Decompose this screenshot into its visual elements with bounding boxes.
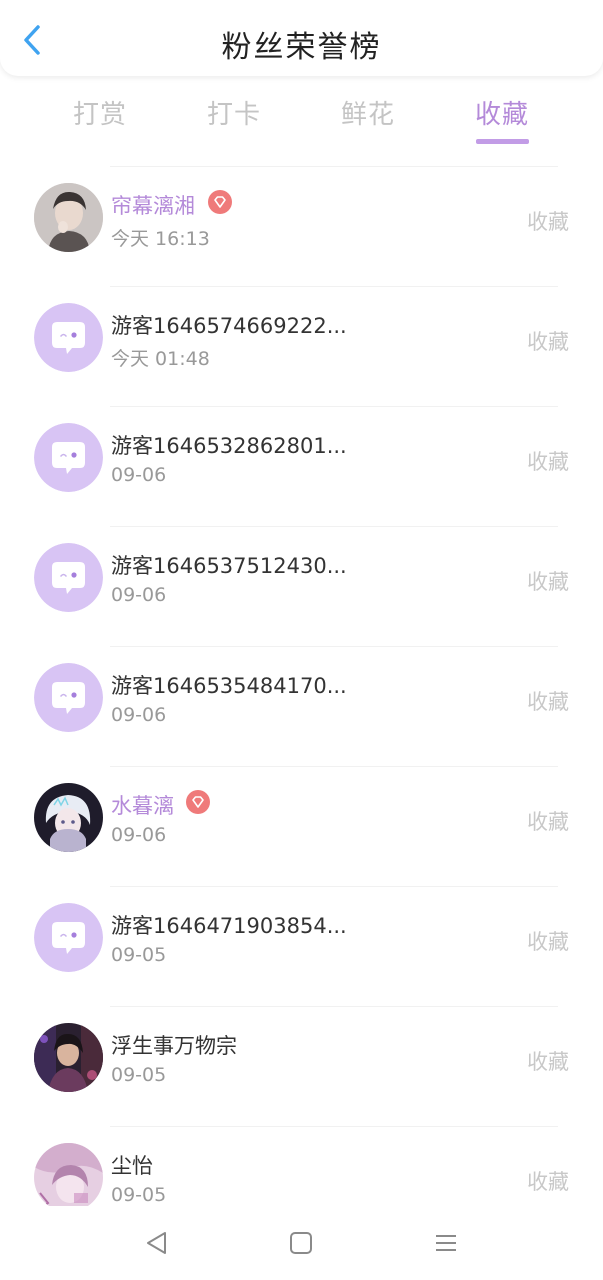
avatar[interactable] bbox=[34, 303, 103, 372]
top-bar: 粉丝荣誉榜 bbox=[0, 0, 603, 76]
fan-time: 09-05 bbox=[111, 1064, 167, 1086]
avatar[interactable] bbox=[34, 423, 103, 492]
list-item[interactable]: 游客1646471903854... 09-05 收藏 bbox=[0, 886, 603, 1006]
action-label: 收藏 bbox=[527, 690, 569, 714]
action-label: 收藏 bbox=[527, 210, 569, 234]
fan-time: 09-06 bbox=[111, 584, 167, 606]
list-item[interactable]: 游客1646574669222... 今天 01:48 收藏 bbox=[0, 286, 603, 406]
triangle-back-icon[interactable] bbox=[142, 1228, 172, 1258]
system-nav-bar bbox=[0, 1206, 603, 1280]
list-item[interactable]: 游客1646535484170... 09-06 收藏 bbox=[0, 646, 603, 766]
divider bbox=[110, 1126, 558, 1127]
guest-chat-icon bbox=[34, 543, 103, 612]
list-item[interactable]: 尘怡 09-05 收藏 bbox=[0, 1126, 603, 1206]
tab-favorites[interactable]: 收藏 bbox=[457, 94, 547, 131]
page-title: 粉丝荣誉榜 bbox=[221, 30, 382, 65]
active-tab-indicator bbox=[476, 139, 529, 144]
fan-name: 游客1646537512430... bbox=[111, 554, 347, 578]
fan-time: 今天 16:13 bbox=[111, 228, 210, 250]
avatar[interactable] bbox=[34, 903, 103, 972]
hamburger-menu-icon[interactable] bbox=[431, 1228, 461, 1258]
list-item[interactable]: 游客1646532862801... 09-06 收藏 bbox=[0, 406, 603, 526]
fan-time: 09-06 bbox=[111, 464, 167, 486]
fan-list[interactable]: 帘幕漓湘 今天 16:13 收藏 游客1646574669222... 今天 0… bbox=[0, 166, 603, 1206]
divider bbox=[110, 526, 558, 527]
guest-chat-icon bbox=[34, 903, 103, 972]
fan-name: 游客1646535484170... bbox=[111, 674, 347, 698]
list-item[interactable]: 游客1646537512430... 09-06 收藏 bbox=[0, 526, 603, 646]
list-item[interactable]: 水暮漓 09-06 收藏 bbox=[0, 766, 603, 886]
action-label: 收藏 bbox=[527, 570, 569, 594]
divider bbox=[110, 886, 558, 887]
divider bbox=[110, 286, 558, 287]
fan-time: 09-05 bbox=[111, 1184, 167, 1206]
avatar[interactable] bbox=[34, 663, 103, 732]
avatar[interactable] bbox=[34, 543, 103, 612]
divider bbox=[110, 1006, 558, 1007]
divider bbox=[110, 646, 558, 647]
guest-chat-icon bbox=[34, 663, 103, 732]
action-label: 收藏 bbox=[527, 1170, 569, 1194]
fan-name: 浮生事万物宗 bbox=[111, 1034, 237, 1058]
fan-name: 游客1646574669222... bbox=[111, 314, 347, 338]
avatar[interactable] bbox=[34, 1143, 103, 1206]
guest-chat-icon bbox=[34, 423, 103, 492]
diamond-badge-icon bbox=[208, 190, 232, 214]
tab-reward[interactable]: 打赏 bbox=[55, 94, 145, 131]
divider bbox=[110, 166, 558, 167]
action-label: 收藏 bbox=[527, 930, 569, 954]
divider bbox=[110, 766, 558, 767]
fan-name: 游客1646532862801... bbox=[111, 434, 347, 458]
fan-time: 今天 01:48 bbox=[111, 348, 210, 370]
list-item[interactable]: 帘幕漓湘 今天 16:13 收藏 bbox=[0, 166, 603, 286]
fan-honor-page: 粉丝荣誉榜 打赏 打卡 鲜花 收藏 帘幕漓湘 今天 16:13 收藏 游客164… bbox=[0, 0, 603, 1280]
list-item[interactable]: 浮生事万物宗 09-05 收藏 bbox=[0, 1006, 603, 1126]
fan-time: 09-06 bbox=[111, 704, 167, 726]
fan-name: 水暮漓 bbox=[111, 794, 174, 818]
guest-chat-icon bbox=[34, 303, 103, 372]
square-home-icon[interactable] bbox=[286, 1228, 316, 1258]
fan-time: 09-05 bbox=[111, 944, 167, 966]
action-label: 收藏 bbox=[527, 450, 569, 474]
avatar[interactable] bbox=[34, 783, 103, 852]
fan-time: 09-06 bbox=[111, 824, 167, 846]
tab-flowers[interactable]: 鲜花 bbox=[323, 94, 413, 131]
diamond-badge-icon bbox=[186, 790, 210, 814]
fan-name: 游客1646471903854... bbox=[111, 914, 347, 938]
action-label: 收藏 bbox=[527, 330, 569, 354]
action-label: 收藏 bbox=[527, 810, 569, 834]
divider bbox=[110, 406, 558, 407]
action-label: 收藏 bbox=[527, 1050, 569, 1074]
avatar[interactable] bbox=[34, 1023, 103, 1092]
tab-checkin[interactable]: 打卡 bbox=[189, 94, 279, 131]
fan-name: 尘怡 bbox=[111, 1154, 153, 1178]
fan-name: 帘幕漓湘 bbox=[111, 194, 195, 218]
avatar[interactable] bbox=[34, 183, 103, 252]
